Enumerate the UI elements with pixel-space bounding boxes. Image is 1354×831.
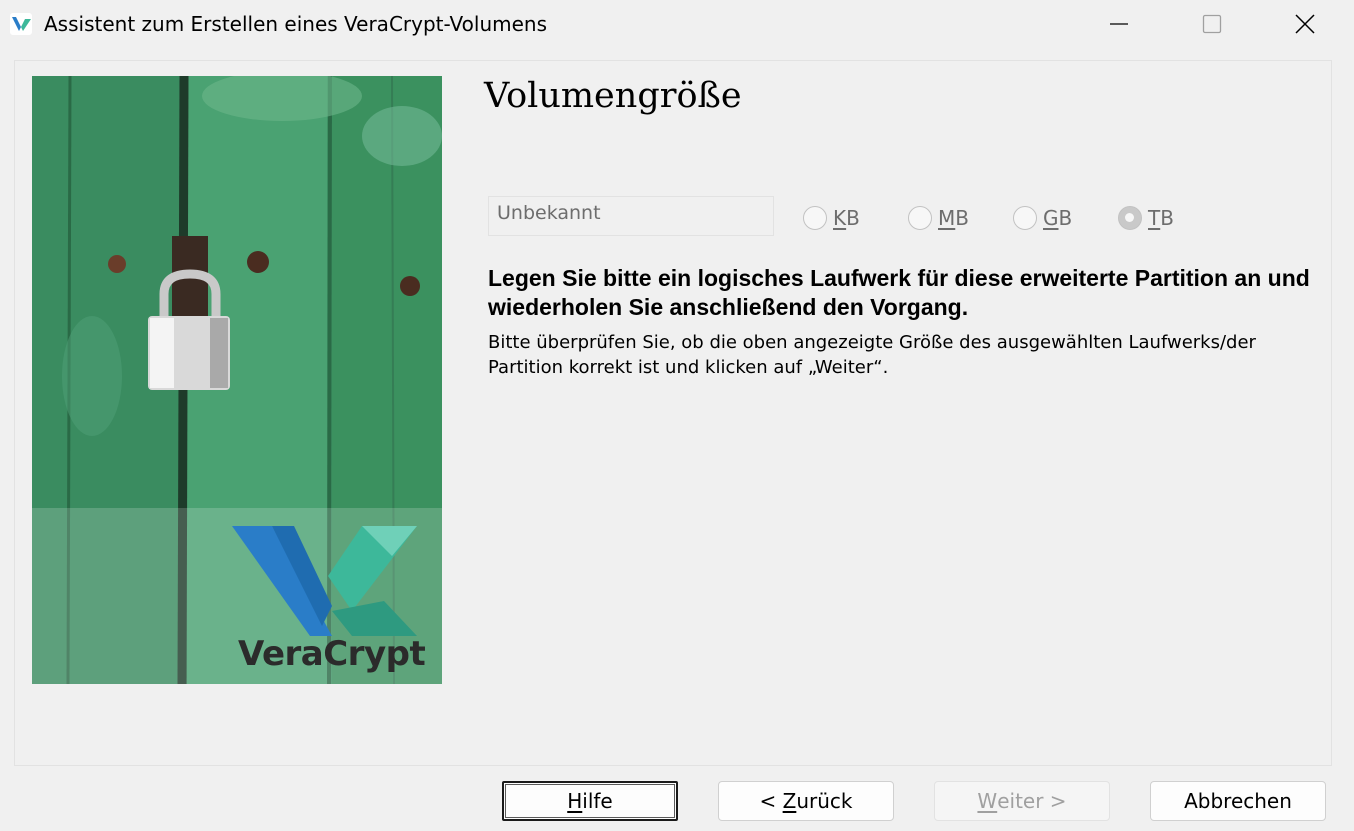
radio-label-gb: GB: [1043, 206, 1073, 230]
help-button[interactable]: Hilfe: [502, 781, 678, 821]
title-bar[interactable]: Assistent zum Erstellen eines VeraCrypt-…: [0, 0, 1354, 48]
cancel-button[interactable]: Abbrechen: [1150, 781, 1326, 821]
volume-size-field: Unbekannt: [488, 196, 774, 236]
radio-circle-selected: [1118, 206, 1142, 230]
back-button-prefix: <: [759, 789, 783, 813]
radio-circle: [1013, 206, 1037, 230]
minimize-button[interactable]: [1096, 0, 1142, 48]
radio-label-kb: KB: [833, 206, 860, 230]
close-icon: [1295, 14, 1315, 34]
veracrypt-app-icon: [10, 13, 32, 35]
radio-unit-mb[interactable]: MB: [908, 206, 969, 230]
next-button[interactable]: Weiter >: [934, 781, 1110, 821]
padlock-door-illustration: [32, 76, 442, 684]
cancel-button-label: Abbrechen: [1184, 789, 1292, 813]
warning-message: Legen Sie bitte ein logisches Laufwerk f…: [488, 265, 1310, 320]
next-button-label: eiter >: [997, 789, 1067, 813]
wizard-window: Assistent zum Erstellen eines VeraCrypt-…: [0, 0, 1354, 831]
radio-label-tb: TB: [1148, 206, 1174, 230]
side-image: VeraCrypt: [32, 76, 442, 684]
window-title: Assistent zum Erstellen eines VeraCrypt-…: [44, 12, 548, 36]
brand-wordmark: VeraCrypt: [238, 634, 426, 674]
back-button-accel: Z: [782, 789, 797, 813]
help-button-label: ilfe: [582, 789, 613, 813]
next-button-accel: W: [977, 789, 998, 813]
radio-label-mb: MB: [938, 206, 969, 230]
minimize-icon: [1110, 23, 1128, 25]
radio-unit-gb[interactable]: GB: [1013, 206, 1072, 230]
radio-circle: [803, 206, 827, 230]
maximize-button[interactable]: [1189, 0, 1235, 48]
info-message: Bitte überprüfen Sie, ob die oben angeze…: [488, 332, 1256, 378]
back-button-label: urück: [796, 789, 853, 813]
radio-circle: [908, 206, 932, 230]
close-button[interactable]: [1282, 0, 1328, 48]
radio-unit-tb[interactable]: TB: [1118, 206, 1174, 230]
radio-unit-kb[interactable]: KB: [803, 206, 860, 230]
help-button-accel: H: [567, 789, 583, 813]
page-title: Volumengröße: [484, 76, 742, 116]
back-button[interactable]: < Zurück: [718, 781, 894, 821]
maximize-icon: [1202, 14, 1222, 34]
